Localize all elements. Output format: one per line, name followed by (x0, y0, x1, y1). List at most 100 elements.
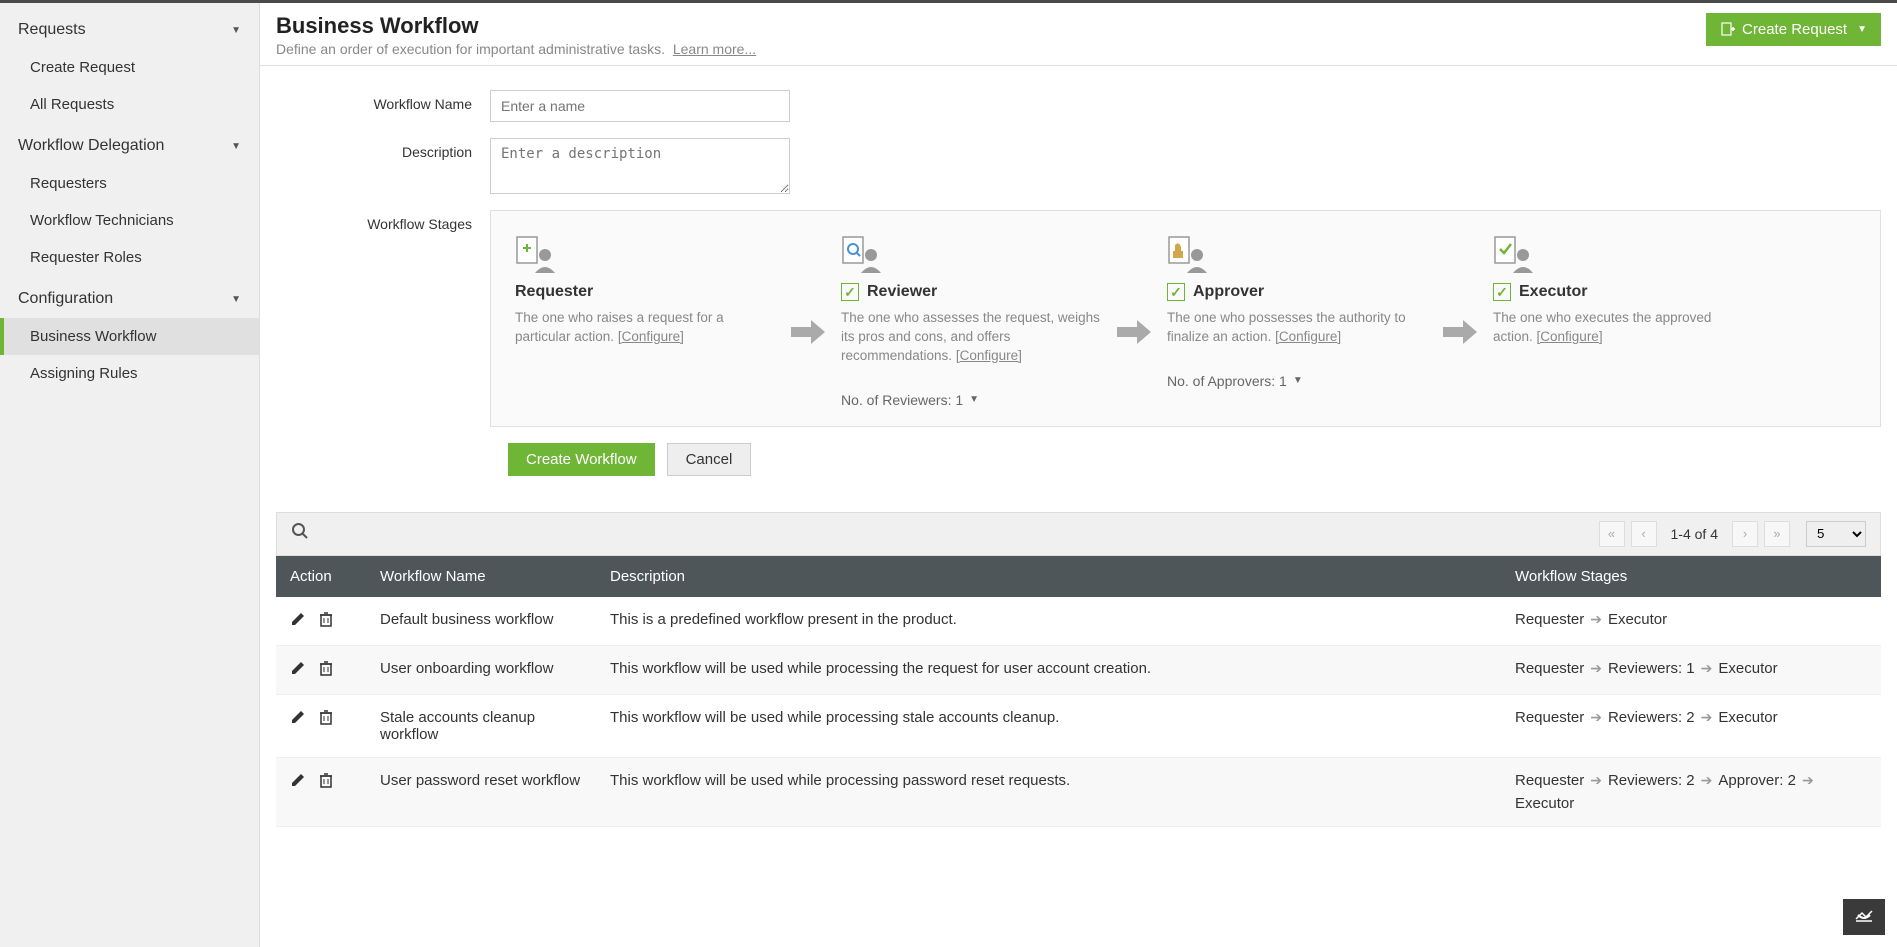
edit-icon[interactable] (290, 611, 306, 631)
arrow-icon: ➔ (1590, 611, 1602, 628)
arrow-icon: ➔ (1701, 660, 1713, 677)
workflow-name-cell: User onboarding workflow (366, 645, 596, 694)
table-header: Description (596, 556, 1501, 597)
cancel-button[interactable]: Cancel (667, 443, 752, 476)
workflow-name-cell: Default business workflow (366, 597, 596, 646)
chevron-down-icon: ▼ (231, 294, 241, 305)
sidebar-section-workflow-delegation[interactable]: Workflow Delegation▼ (0, 127, 259, 165)
page-subtitle: Define an order of execution for importa… (276, 41, 756, 57)
arrow-icon: ➔ (1802, 772, 1814, 789)
content-header: Business Workflow Define an order of exe… (260, 3, 1897, 66)
pager: « ‹ 1-4 of 4 › » 5 (1599, 521, 1866, 547)
arrow-icon: ➔ (1590, 660, 1602, 677)
chevron-down-icon: ▼ (969, 394, 979, 405)
stage-title: Executor (1519, 283, 1587, 301)
chevron-down-icon: ▼ (231, 25, 241, 36)
stage-title: Approver (1193, 283, 1264, 301)
delete-icon[interactable] (318, 611, 334, 631)
edit-icon[interactable] (290, 660, 306, 680)
workflow-name-cell: User password reset workflow (366, 757, 596, 826)
sidebar-item-requesters[interactable]: Requesters (0, 165, 259, 202)
search-icon[interactable] (291, 522, 309, 545)
table-toolbar: « ‹ 1-4 of 4 › » 5 (276, 512, 1881, 556)
table-row: Stale accounts cleanup workflowThis work… (276, 694, 1881, 757)
table-row: Default business workflowThis is a prede… (276, 597, 1881, 646)
stage-count[interactable]: No. of Reviewers: 1 ▼ (841, 392, 1101, 408)
create-request-button[interactable]: Create Request ▼ (1706, 13, 1881, 46)
edit-icon[interactable] (290, 709, 306, 729)
stage-description: The one who possesses the authority to f… (1167, 309, 1427, 347)
table-header: Workflow Name (366, 556, 596, 597)
arrow-icon: ➔ (1590, 709, 1602, 726)
chevron-down-icon: ▼ (231, 141, 241, 152)
chevron-down-icon: ▼ (1293, 375, 1303, 386)
arrow-icon: ➔ (1701, 772, 1713, 789)
configure-link[interactable]: [Configure] (1537, 329, 1603, 344)
create-workflow-button[interactable]: Create Workflow (508, 443, 655, 476)
stage-checkbox[interactable]: ✓ (1493, 283, 1511, 301)
workflow-desc-cell: This workflow will be used while process… (596, 645, 1501, 694)
configure-link[interactable]: [Configure] (1275, 329, 1341, 344)
stage-count[interactable]: No. of Approvers: 1 ▼ (1167, 373, 1427, 389)
workflow-stages-cell: Requester➔Executor (1501, 597, 1881, 646)
pager-last-button[interactable]: » (1764, 521, 1790, 547)
stage-requester: Requester The one who raises a request fo… (515, 229, 775, 347)
stage-title: Reviewer (867, 283, 937, 301)
workflow-stages-cell: Requester➔Reviewers: 1➔Executor (1501, 645, 1881, 694)
workflow-desc-input[interactable] (490, 138, 790, 194)
workflow-stages-cell: Requester➔Reviewers: 2➔Executor (1501, 694, 1881, 757)
chevron-down-icon: ▼ (1857, 24, 1867, 35)
stage-icon (1493, 229, 1753, 273)
learn-more-link[interactable]: Learn more... (673, 41, 756, 57)
desc-label: Description (320, 138, 490, 160)
stage-icon (515, 229, 775, 273)
sidebar-item-workflow-technicians[interactable]: Workflow Technicians (0, 202, 259, 239)
sidebar-item-assigning-rules[interactable]: Assigning Rules (0, 355, 259, 392)
arrow-icon: ➔ (1701, 709, 1713, 726)
main-content: Business Workflow Define an order of exe… (260, 3, 1897, 947)
configure-link[interactable]: [Configure] (618, 329, 684, 344)
stage-executor: ✓ Executor The one who executes the approv… (1493, 229, 1753, 347)
page-size-select[interactable]: 5 (1806, 521, 1866, 547)
stage-icon (1167, 229, 1427, 273)
sidebar-item-requester-roles[interactable]: Requester Roles (0, 239, 259, 276)
arrow-icon (1117, 320, 1151, 347)
arrow-icon (1443, 320, 1477, 347)
delete-icon[interactable] (318, 709, 334, 729)
stage-icon (841, 229, 1101, 273)
stages-label: Workflow Stages (320, 210, 490, 232)
page-title: Business Workflow (276, 13, 756, 39)
workflow-desc-cell: This is a predefined workflow present in… (596, 597, 1501, 646)
create-request-icon (1720, 22, 1736, 38)
stage-description: The one who assesses the request, weighs… (841, 309, 1101, 366)
pager-next-button[interactable]: › (1732, 521, 1758, 547)
sidebar-item-create-request[interactable]: Create Request (0, 49, 259, 86)
edit-icon[interactable] (290, 772, 306, 792)
stage-checkbox[interactable]: ✓ (1167, 283, 1185, 301)
pager-info: 1-4 of 4 (1663, 526, 1726, 542)
workflow-table: ActionWorkflow NameDescriptionWorkflow S… (276, 556, 1881, 827)
stage-title: Requester (515, 283, 593, 301)
stage-description: The one who executes the approved action… (1493, 309, 1753, 347)
configure-link[interactable]: [Configure] (956, 348, 1022, 363)
sidebar-item-business-workflow[interactable]: Business Workflow (0, 318, 259, 355)
table-row: User password reset workflowThis workflo… (276, 757, 1881, 826)
sidebar-item-all-requests[interactable]: All Requests (0, 86, 259, 123)
stage-description: The one who raises a request for a parti… (515, 309, 775, 347)
workflow-desc-cell: This workflow will be used while process… (596, 694, 1501, 757)
stage-checkbox[interactable]: ✓ (841, 283, 859, 301)
arrow-icon: ➔ (1590, 772, 1602, 789)
stages-box: Requester The one who raises a request fo… (490, 210, 1881, 427)
help-button[interactable] (1843, 899, 1885, 935)
workflow-stages-cell: Requester➔Reviewers: 2➔Approver: 2➔Execu… (1501, 757, 1881, 826)
sidebar-section-requests[interactable]: Requests▼ (0, 11, 259, 49)
pager-prev-button[interactable]: ‹ (1631, 521, 1657, 547)
delete-icon[interactable] (318, 772, 334, 792)
sidebar-section-configuration[interactable]: Configuration▼ (0, 280, 259, 318)
table-header: Action (276, 556, 366, 597)
name-label: Workflow Name (320, 90, 490, 112)
workflow-name-cell: Stale accounts cleanup workflow (366, 694, 596, 757)
pager-first-button[interactable]: « (1599, 521, 1625, 547)
delete-icon[interactable] (318, 660, 334, 680)
workflow-name-input[interactable] (490, 90, 790, 122)
